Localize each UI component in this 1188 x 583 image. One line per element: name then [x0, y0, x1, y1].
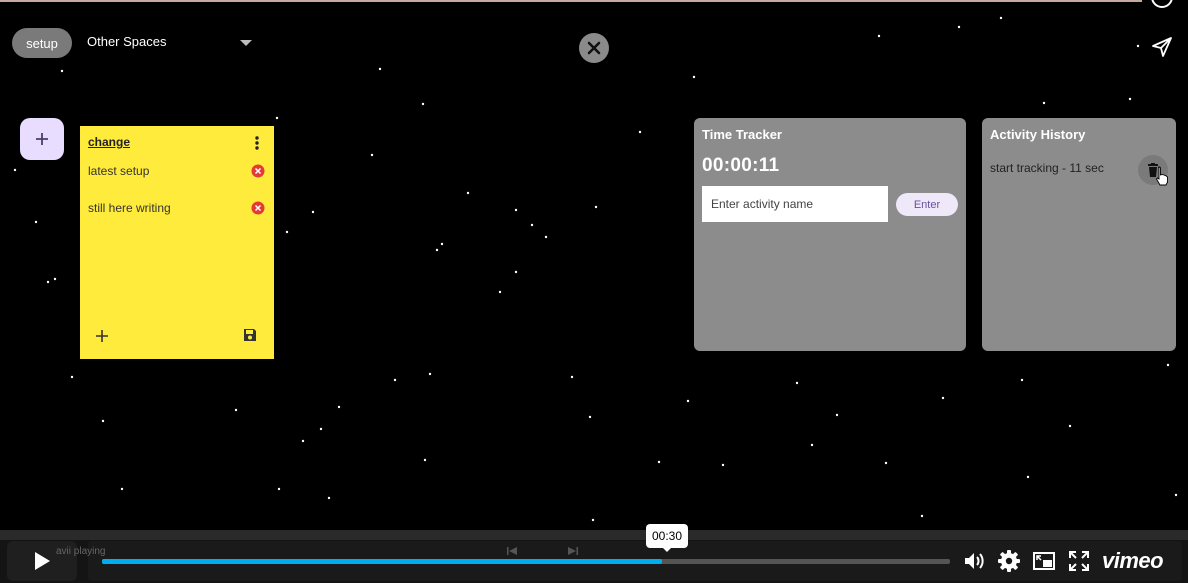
more-vert-icon[interactable]	[250, 135, 264, 151]
note-title[interactable]: change	[88, 135, 130, 149]
plus-icon	[36, 133, 48, 145]
fullscreen-icon[interactable]	[1067, 549, 1091, 573]
play-icon	[35, 552, 50, 570]
history-entry: start tracking - 11 sec	[990, 161, 1104, 175]
note-item-text: still here writing	[88, 201, 171, 215]
close-icon	[587, 41, 601, 55]
progress-track[interactable]	[102, 559, 950, 564]
elapsed-timer: 00:00:11	[702, 155, 780, 176]
note-list-item: still here writing	[88, 201, 266, 219]
space-chip-setup[interactable]: setup	[12, 28, 72, 58]
add-note-button[interactable]	[20, 118, 64, 160]
progress-fill	[102, 559, 662, 564]
sticky-note[interactable]: change latest setup still here writing	[80, 126, 274, 359]
enter-button[interactable]: Enter	[896, 193, 958, 216]
remove-circle-icon[interactable]	[251, 164, 265, 178]
skip-previous-icon	[507, 547, 517, 555]
hand-cursor-icon	[1155, 166, 1168, 186]
time-tracker-title: Time Tracker	[702, 127, 782, 142]
space-select-dropdown[interactable]: Other Spaces	[87, 34, 257, 54]
plus-icon[interactable]	[94, 328, 110, 344]
activity-history-panel: Activity History start tracking - 11 sec	[982, 118, 1176, 351]
note-list-item: latest setup	[88, 164, 266, 182]
space-select-value: Other Spaces	[87, 34, 167, 49]
picture-in-picture-icon[interactable]	[1032, 549, 1056, 573]
gear-icon[interactable]	[997, 549, 1021, 573]
activity-name-input[interactable]	[702, 186, 888, 222]
dropdown-caret-icon	[240, 40, 252, 46]
time-tracker-panel: Time Tracker 00:00:11 Enter	[694, 118, 966, 351]
note-item-text: latest setup	[88, 164, 150, 178]
activity-history-title: Activity History	[990, 127, 1086, 142]
player-top-strip	[0, 530, 1188, 540]
remove-circle-icon[interactable]	[251, 201, 265, 215]
vimeo-logo[interactable]: vimeo	[1102, 548, 1164, 574]
send-icon[interactable]	[1150, 35, 1174, 59]
time-tooltip: 00:30	[646, 524, 688, 552]
underlying-status-text: avii playing	[56, 546, 106, 557]
save-icon[interactable]	[242, 327, 258, 343]
volume-icon[interactable]	[962, 549, 986, 573]
close-button[interactable]	[579, 33, 609, 63]
skip-next-icon	[568, 547, 578, 555]
